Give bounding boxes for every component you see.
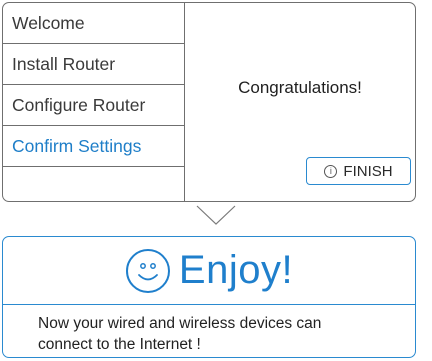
step-welcome[interactable]: Welcome <box>3 3 184 44</box>
step-empty-slot <box>3 167 184 201</box>
enjoy-panel: Enjoy! Now your wired and wireless devic… <box>2 236 416 358</box>
step-install-router[interactable]: Install Router <box>3 44 184 85</box>
enjoy-header: Enjoy! <box>3 237 415 305</box>
congratulations-text: Congratulations! <box>238 78 362 97</box>
finish-button[interactable]: i FINISH <box>306 157 411 185</box>
info-circle-icon: i <box>324 164 338 178</box>
step-confirm-settings[interactable]: Confirm Settings <box>3 126 184 167</box>
smiley-icon <box>125 248 170 293</box>
setup-wizard-panel: Welcome Install Router Configure Router … <box>2 2 416 202</box>
message-line: Now your wired and wireless devices can <box>38 315 322 332</box>
chevron-down-icon <box>196 205 236 225</box>
step-label: Confirm Settings <box>12 135 142 156</box>
wizard-content: Congratulations! i FINISH <box>185 3 415 201</box>
enjoy-title: Enjoy! <box>178 248 294 292</box>
step-label: Welcome <box>12 12 85 33</box>
step-label: Install Router <box>12 53 116 74</box>
step-configure-router[interactable]: Configure Router <box>3 85 184 126</box>
enjoy-message: Now your wired and wireless devices can … <box>3 305 415 355</box>
wizard-steps-list: Welcome Install Router Configure Router … <box>3 3 185 201</box>
step-label: Configure Router <box>12 94 146 115</box>
message-line: connect to the Internet ! <box>38 336 201 353</box>
finish-button-label: FINISH <box>343 162 393 180</box>
